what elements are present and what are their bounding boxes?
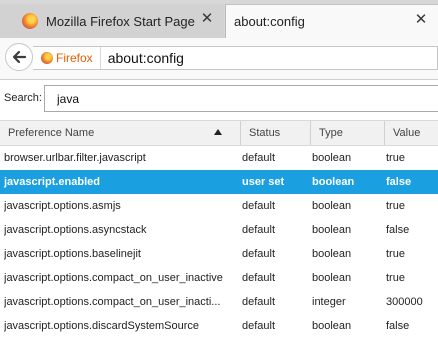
- pref-name-cell: javascript.options.discardSystemSource: [4, 320, 200, 332]
- pref-type-cell: boolean: [312, 248, 352, 260]
- url-text[interactable]: about:config: [108, 50, 184, 66]
- navigation-bar: Firefox about:config: [0, 38, 438, 80]
- pref-status-cell: default: [242, 224, 276, 236]
- pref-type-cell: boolean: [312, 272, 352, 284]
- pref-status-cell: default: [242, 296, 276, 308]
- pref-value-cell: true: [386, 248, 405, 260]
- tab-title: Mozilla Firefox Start Page: [46, 13, 195, 29]
- close-tab-icon[interactable]: ✕: [200, 11, 214, 26]
- pref-value-cell: false: [386, 320, 410, 332]
- pref-name-cell: javascript.options.asmjs: [4, 200, 121, 212]
- tab-strip: Mozilla Firefox Start Page ✕ about:confi…: [0, 0, 438, 38]
- table-header: Preference Name Status Type Value: [0, 120, 438, 146]
- pref-type-cell: boolean: [312, 320, 352, 332]
- column-header-value[interactable]: Value: [384, 121, 438, 145]
- pref-status-cell: default: [242, 248, 276, 260]
- firefox-icon: [41, 52, 53, 64]
- table-row[interactable]: javascript.options.compact_on_user_inact…: [0, 290, 438, 314]
- pref-type-cell: integer: [312, 296, 346, 308]
- sort-ascending-icon: [214, 129, 222, 135]
- pref-status-cell: default: [242, 320, 276, 332]
- search-row: Search:: [0, 80, 438, 118]
- pref-name-cell: javascript.options.asyncstack: [4, 224, 147, 236]
- back-button[interactable]: [5, 43, 33, 71]
- column-header-status[interactable]: Status: [240, 121, 310, 145]
- pref-type-cell: boolean: [312, 200, 352, 212]
- pref-value-cell: true: [386, 152, 405, 164]
- pref-name-cell: javascript.options.compact_on_user_inact…: [4, 296, 221, 308]
- pref-name-cell: javascript.options.baselinejit: [4, 248, 141, 260]
- pref-value-cell: false: [386, 224, 410, 236]
- pref-status-cell: user set: [242, 176, 285, 188]
- pref-value-cell: true: [386, 272, 405, 284]
- pref-name-cell: javascript.options.compact_on_user_inact…: [4, 272, 223, 284]
- pref-name-cell: javascript.enabled: [4, 176, 100, 188]
- table-row[interactable]: javascript.options.baselinejit default boo…: [0, 242, 438, 266]
- pref-value-cell: false: [386, 176, 412, 188]
- pref-name-cell: browser.urlbar.filter.javascript: [4, 152, 146, 164]
- tab-start-page[interactable]: Mozilla Firefox Start Page ✕: [0, 4, 224, 38]
- tab-about-config[interactable]: about:config ✕: [225, 4, 438, 38]
- pref-status-cell: default: [242, 272, 276, 284]
- pref-status-cell: default: [242, 152, 276, 164]
- table-row[interactable]: javascript.options.asyncstack default bool…: [0, 218, 438, 242]
- table-row[interactable]: javascript.options.compact_on_user_inact…: [0, 266, 438, 290]
- site-identity[interactable]: Firefox: [33, 47, 101, 69]
- close-tab-icon[interactable]: ✕: [414, 12, 428, 27]
- table-row[interactable]: javascript.options.discardSystemSource de…: [0, 314, 438, 338]
- search-label: Search:: [4, 92, 42, 104]
- tab-title: about:config: [234, 14, 305, 29]
- pref-status-cell: default: [242, 200, 276, 212]
- firefox-icon: [22, 13, 38, 29]
- identity-label: Firefox: [56, 51, 93, 65]
- table-row[interactable]: javascript.enabled user set boolean false: [0, 170, 438, 194]
- column-header-preference-name[interactable]: Preference Name: [0, 121, 240, 145]
- pref-value-cell: 300000: [386, 296, 423, 308]
- search-input[interactable]: [44, 85, 438, 112]
- preferences-table: Preference Name Status Type Value browse…: [0, 120, 438, 338]
- url-bar[interactable]: Firefox about:config: [33, 46, 438, 70]
- pref-type-cell: boolean: [312, 176, 355, 188]
- back-arrow-icon: [12, 50, 27, 64]
- pref-type-cell: boolean: [312, 224, 352, 236]
- pref-type-cell: boolean: [312, 152, 352, 164]
- table-row[interactable]: browser.urlbar.filter.javascript default b…: [0, 146, 438, 170]
- table-row[interactable]: javascript.options.asmjs default boolean tr…: [0, 194, 438, 218]
- pref-value-cell: true: [386, 200, 405, 212]
- column-header-type[interactable]: Type: [310, 121, 384, 145]
- table-body: browser.urlbar.filter.javascript default b…: [0, 146, 438, 338]
